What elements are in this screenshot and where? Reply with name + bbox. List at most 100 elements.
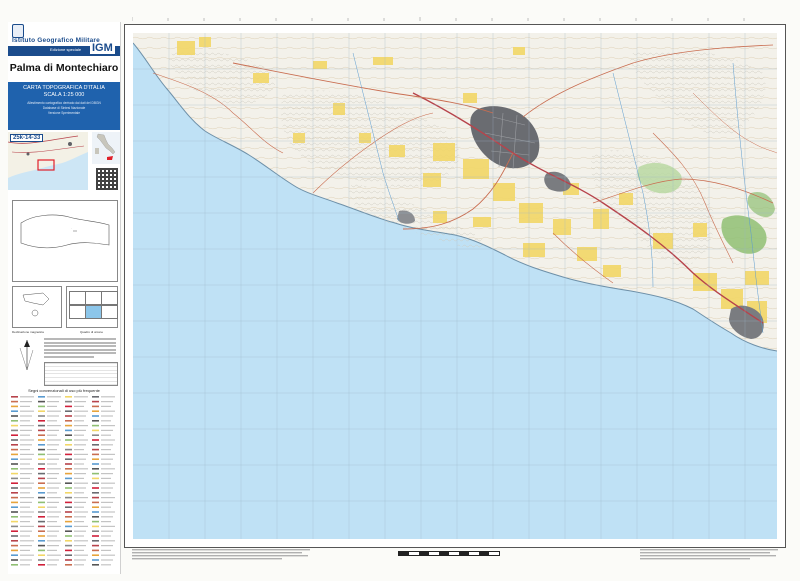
legend-text-line (101, 521, 111, 523)
legend-text-line (74, 425, 88, 427)
legend-swatch (65, 511, 72, 513)
legend-swatch (38, 463, 45, 465)
legend-text-line (74, 501, 86, 503)
legend-swatch (92, 444, 99, 446)
legend-text-line (101, 549, 111, 551)
legend-text-line (101, 405, 111, 407)
index-cell (69, 305, 86, 319)
legend-swatch (65, 424, 72, 427)
legend-text-line (47, 405, 57, 407)
legend-swatch (65, 444, 72, 446)
legend-swatch (38, 482, 45, 484)
legend-text-line (74, 535, 84, 537)
legend-swatch (11, 525, 18, 528)
legend-text-line (20, 458, 32, 460)
series-box: CARTA TOPOGRAFICA D'ITALIA SCALA 1:25 00… (8, 82, 120, 130)
legend-swatch (92, 400, 99, 403)
legend-swatch (38, 410, 45, 412)
legend-swatch (65, 439, 72, 441)
legend-swatch (65, 458, 72, 460)
legend-text-line (101, 477, 111, 479)
legend-swatch (38, 453, 45, 456)
legend-text-line (74, 401, 86, 403)
series-scale: SCALA 1:25 000 (43, 92, 85, 98)
legend-swatch (65, 405, 72, 408)
legend-text-line (20, 506, 30, 508)
legend-swatch (65, 496, 72, 499)
legend-text-line (74, 444, 86, 446)
legend-text-line (20, 497, 34, 499)
legend-swatch (38, 492, 45, 494)
index-cell (101, 305, 118, 319)
legend-swatch (11, 410, 18, 412)
legend-text-line (47, 473, 59, 475)
legend-text-line (47, 458, 59, 460)
legend-swatch (38, 458, 45, 460)
legend-text-line (74, 521, 84, 523)
legend-text-line (20, 401, 32, 403)
legend-swatch (38, 434, 45, 436)
legend-text-line (47, 530, 59, 532)
legend-swatch (92, 448, 99, 451)
legend-text-line (101, 492, 111, 494)
legend-swatch (65, 453, 72, 456)
legend-swatch (92, 429, 99, 432)
legend-text-line (47, 434, 57, 436)
legend-text-line (74, 439, 88, 441)
legend-text-line (74, 463, 84, 465)
legend-text-line (20, 549, 30, 551)
legend-text-line (101, 497, 115, 499)
legend-swatch (38, 439, 45, 441)
legend-text-line (101, 540, 115, 542)
footer-notes-right (640, 549, 780, 563)
topographic-sheet: Istituto Geografico Militare Edizione sp… (0, 0, 800, 581)
sheet-title: Palma di Montechiaro (9, 62, 119, 74)
legend-text-line (20, 453, 34, 455)
index-cell (85, 291, 102, 305)
legend-text-line (101, 458, 113, 460)
legend-swatch (92, 439, 99, 441)
legend-text-line (74, 458, 86, 460)
legend-swatch (11, 511, 18, 513)
legend-swatch (38, 506, 45, 508)
legend-text-line (20, 468, 34, 470)
legend-swatch (65, 482, 72, 484)
igm-emblem-icon (12, 24, 24, 38)
legend-text-line (20, 487, 32, 489)
legend-swatch (11, 549, 18, 552)
legend-text-line (47, 559, 59, 561)
legend-text-line (47, 477, 57, 479)
legend-text-line (47, 521, 57, 523)
legend-text-line (47, 410, 61, 412)
legend-text-line (20, 525, 34, 527)
legend-text-line (20, 492, 30, 494)
legend-text-line (47, 396, 61, 398)
legend-swatch (65, 472, 72, 475)
legend-swatch (65, 554, 72, 556)
legend-swatch (11, 554, 18, 556)
legend-swatch (38, 544, 45, 547)
sheet-code: 25k-14-33 (10, 134, 44, 142)
legend-text-line (47, 535, 57, 537)
legend-swatch (11, 444, 18, 446)
legend-swatch (92, 511, 99, 513)
legend-text-line (101, 463, 111, 465)
legend-text-line (47, 444, 59, 446)
legend-text-line (20, 473, 32, 475)
legend-swatch (92, 516, 99, 518)
index-cell (101, 291, 118, 305)
legend-text-line (20, 420, 30, 422)
legend-text-line (101, 487, 113, 489)
legend-text-line (101, 511, 115, 513)
legend-swatch (11, 482, 18, 484)
legend-swatch (65, 559, 72, 561)
legend-text-line (20, 516, 32, 518)
legend-text-line (101, 444, 113, 446)
legend-text-line (101, 420, 111, 422)
legend-text-line (47, 487, 59, 489)
legend-title: Segni convenzionali di uso più frequente (28, 388, 100, 393)
map-body[interactable] (133, 33, 777, 539)
legend-swatch (38, 525, 45, 528)
legend-text-line (101, 425, 115, 427)
legend-text-line (101, 415, 113, 417)
